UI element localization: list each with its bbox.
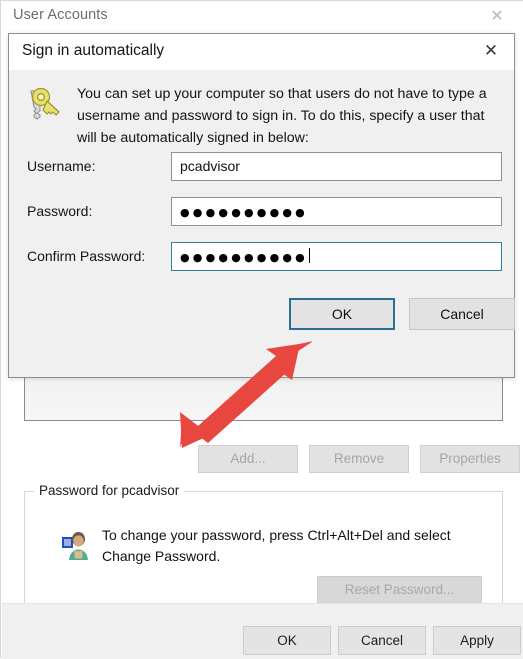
password-masked-value: ●●●●●●●●●●: [180, 206, 308, 219]
dialog-body: You can set up your computer so that use…: [9, 70, 515, 377]
sign-in-automatically-dialog: Sign in automatically ✕ You can set up y…: [8, 33, 515, 378]
username-label: Username:: [27, 158, 96, 174]
dialog-title: Sign in automatically: [22, 42, 165, 59]
window-title: User Accounts: [13, 7, 108, 23]
close-icon[interactable]: ✕: [470, 36, 512, 66]
key-icon: [23, 83, 65, 125]
password-input[interactable]: ●●●●●●●●●●: [171, 197, 502, 226]
reset-password-button[interactable]: Reset Password...: [317, 576, 482, 604]
properties-button[interactable]: Properties: [420, 445, 520, 473]
password-label: Password:: [27, 203, 93, 219]
user-avatar-icon: [60, 528, 94, 562]
password-group-legend: Password for pcadvisor: [34, 483, 185, 498]
username-input[interactable]: pcadvisor: [171, 152, 502, 181]
dialog-description: You can set up your computer so that use…: [77, 86, 487, 146]
close-icon[interactable]: ✕: [476, 3, 518, 29]
password-instruction-text: To change your password, press Ctrl+Alt+…: [102, 527, 451, 564]
footer-cancel-button[interactable]: Cancel: [338, 626, 426, 655]
add-button[interactable]: Add...: [198, 445, 298, 473]
window-footer: OK Cancel Apply: [2, 603, 523, 659]
confirm-password-input[interactable]: ●●●●●●●●●●: [171, 242, 502, 271]
footer-ok-button[interactable]: OK: [243, 626, 331, 655]
text-caret: [308, 248, 310, 263]
dialog-titlebar: Sign in automatically ✕: [9, 34, 514, 70]
dialog-cancel-button[interactable]: Cancel: [409, 298, 515, 330]
dialog-ok-button[interactable]: OK: [289, 298, 395, 330]
confirm-password-masked-value: ●●●●●●●●●●: [180, 251, 308, 264]
confirm-password-label: Confirm Password:: [27, 248, 146, 264]
window-titlebar: User Accounts ✕: [1, 1, 523, 33]
remove-button[interactable]: Remove: [309, 445, 409, 473]
footer-apply-button[interactable]: Apply: [433, 626, 521, 655]
